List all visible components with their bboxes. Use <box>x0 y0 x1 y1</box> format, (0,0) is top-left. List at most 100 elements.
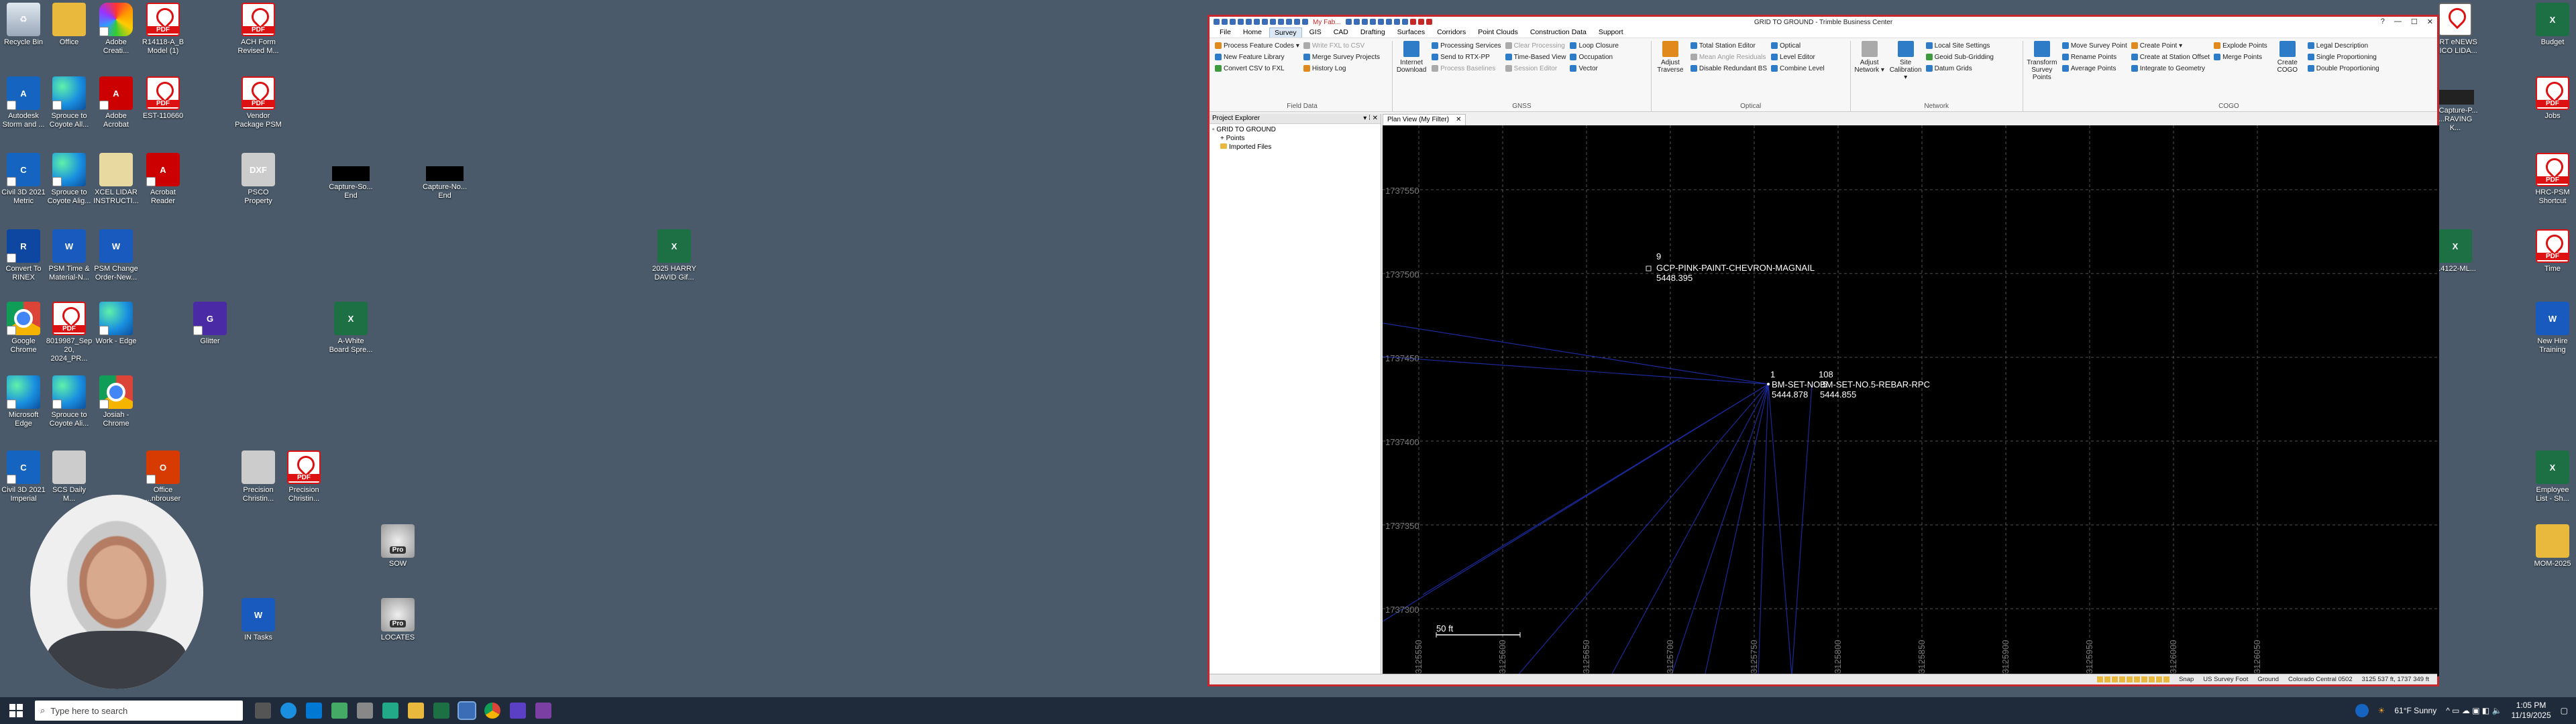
units-status[interactable]: US Survey Foot <box>2203 676 2248 683</box>
desktop-icon-new-hire[interactable]: W New Hire Training <box>2529 302 2576 355</box>
taskbar-search[interactable]: ⌕ Type here to search <box>35 701 243 721</box>
transform-survey-points-button[interactable]: Transform Survey Points <box>2026 41 2058 111</box>
desktop-icon-work-edge[interactable]: Work - Edge <box>93 302 140 346</box>
internet-download-button[interactable]: Internet Download <box>1395 41 1428 111</box>
create-cogo-button[interactable]: Create COGO <box>2271 41 2304 111</box>
tab-cad[interactable]: CAD <box>1329 27 1353 38</box>
tab-home[interactable]: Home <box>1238 27 1267 38</box>
desktop-icon-acrobat-reader[interactable]: A Acrobat Reader <box>140 153 186 206</box>
tab-plan-view[interactable]: Plan View (My Filter) ✕ <box>1383 114 1466 125</box>
notification-icon[interactable]: ▢ <box>2561 706 2568 715</box>
qat-icon[interactable] <box>1385 18 1392 25</box>
adjust-network-button[interactable]: Adjust Network ▾ <box>1854 41 1886 111</box>
snap-toggle-icon[interactable] <box>2127 676 2133 682</box>
qat-icon[interactable] <box>1369 18 1376 25</box>
qat-icon[interactable] <box>1254 18 1260 25</box>
desktop-icon-psco[interactable]: DXF PSCO Property <box>235 153 282 206</box>
merge-points-button[interactable]: Merge Points <box>2214 52 2267 62</box>
zone-status[interactable]: Colorado Central 0502 <box>2288 676 2353 683</box>
desktop-icon-psm-change[interactable]: W PSM Change Order-New... <box>93 229 140 282</box>
desktop-icon-sprouce-1[interactable]: Sprouce to Coyote All... <box>46 76 93 129</box>
desktop-icon-precision-1[interactable]: Precision Christin... <box>235 450 282 503</box>
app-taskbar-icon[interactable] <box>357 703 373 719</box>
edge-taskbar-icon[interactable] <box>280 703 297 719</box>
tab-drafting[interactable]: Drafting <box>1356 27 1390 38</box>
close-button[interactable]: ✕ <box>2427 17 2433 26</box>
desktop-icon-harry-david[interactable]: X 2025 HARRY DAVID Gif... <box>651 229 698 282</box>
desktop-icon-civil3d-imperial[interactable]: C Civil 3D 2021 Imperial <box>0 450 47 503</box>
qat-icon[interactable] <box>1278 18 1284 25</box>
qat-icon[interactable] <box>1246 18 1252 25</box>
qat-icon[interactable] <box>1409 18 1416 25</box>
qat-icon[interactable] <box>1401 18 1408 25</box>
new-feature-library-button[interactable]: New Feature Library <box>1215 52 1299 62</box>
minimize-button[interactable]: — <box>2394 17 2402 26</box>
legal-description-button[interactable]: Legal Description <box>2307 41 2379 50</box>
desktop-icon-sprouce-2[interactable]: Sprouce to Coyote Alig... <box>46 153 93 206</box>
mode-status[interactable]: Ground <box>2257 676 2279 683</box>
tree-item-imported-files[interactable]: Imported Files <box>1212 143 1378 152</box>
qat-icon[interactable] <box>1294 18 1300 25</box>
qat-icon[interactable] <box>1262 18 1268 25</box>
app-taskbar-icon[interactable] <box>382 703 398 719</box>
convert-csv-fxl-button[interactable]: Convert CSV to FXL <box>1215 64 1299 73</box>
qat-icon[interactable] <box>1426 18 1432 25</box>
tab-file[interactable]: File <box>1215 27 1236 38</box>
qat-icon[interactable] <box>1377 18 1384 25</box>
survey-point-9[interactable]: 9 GCP-PINK-PAINT-CHEVRON-MAGNAIL 5448.39… <box>1646 251 1815 283</box>
help-button[interactable]: ? <box>2381 17 2385 26</box>
snap-status[interactable]: Snap <box>2179 676 2194 683</box>
desktop-icon-civil3d-metric[interactable]: C Civil 3D 2021 Metric <box>0 153 47 206</box>
qat-favorites-label[interactable]: My Fab... <box>1310 19 1344 26</box>
excel-taskbar-icon[interactable] <box>433 703 449 719</box>
file-explorer-taskbar-icon[interactable] <box>408 703 424 719</box>
tab-gis[interactable]: GIS <box>1305 27 1326 38</box>
tab-construction-data[interactable]: Construction Data <box>1525 27 1591 38</box>
tab-surfaces[interactable]: Surfaces <box>1393 27 1430 38</box>
panel-controls[interactable]: ▾ ⁞ ✕ <box>1363 115 1378 123</box>
loop-closure-button[interactable]: Loop Closure <box>1570 41 1619 50</box>
qat-icon[interactable] <box>1230 18 1236 25</box>
average-points-button[interactable]: Average Points <box>2061 64 2127 73</box>
desktop-icon-adobe-acrobat[interactable]: A Adobe Acrobat <box>93 76 140 129</box>
desktop-icon-employee-list[interactable]: X Employee List - Sh... <box>2529 450 2576 503</box>
create-station-offset-button[interactable]: Create at Station Offset <box>2131 52 2210 62</box>
snap-toggle-icon[interactable] <box>2104 676 2111 682</box>
create-point-button[interactable]: Create Point ▾ <box>2131 41 2210 50</box>
desktop-icon-scs-daily[interactable]: SCS Daily M... <box>46 450 93 503</box>
integrate-geometry-button[interactable]: Integrate to Geometry <box>2131 64 2210 73</box>
qat-icon[interactable] <box>1393 18 1400 25</box>
qat-icon[interactable] <box>1361 18 1368 25</box>
snap-toggle-icon[interactable] <box>2134 676 2141 682</box>
maximize-button[interactable]: ☐ <box>2411 17 2418 26</box>
snap-toggle-icon[interactable] <box>2156 676 2163 682</box>
qat-icon[interactable] <box>1345 18 1352 25</box>
mean-angle-residuals-button[interactable]: Mean Angle Residuals <box>1690 52 1767 62</box>
combine-level-button[interactable]: Combine Level <box>1771 64 1825 73</box>
desktop-icon-in-tasks[interactable]: W IN Tasks <box>235 598 282 642</box>
site-calibration-button[interactable]: Site Calibration ▾ <box>1890 41 1922 111</box>
teams-taskbar-icon[interactable] <box>510 703 526 719</box>
local-site-settings-button[interactable]: Local Site Settings <box>1925 41 1994 50</box>
tray-icons[interactable]: ^ ▭ ☁ ▣ ◧ 🔈 <box>2446 706 2502 715</box>
vector-button[interactable]: Vector <box>1570 64 1618 73</box>
desktop-icon-vendor[interactable]: PDF Vendor Package PSM <box>235 76 282 129</box>
app-taskbar-icon[interactable] <box>331 703 347 719</box>
qat-icon[interactable] <box>1214 18 1220 25</box>
survey-point-108[interactable]: 108 BM-SET-NO.5-REBAR-RPC 5444.855 <box>1819 369 1930 400</box>
desktop-icon-adobe-creative[interactable]: Adobe Creati... <box>93 3 140 56</box>
desktop-icon-whiteboard[interactable]: X A-White Board Spre... <box>327 302 374 355</box>
process-feature-codes-button[interactable]: Process Feature Codes ▾ <box>1215 41 1299 50</box>
cloud-sync-icon[interactable] <box>2355 704 2369 717</box>
rename-points-button[interactable]: Rename Points <box>2061 52 2127 62</box>
desktop-icon-google-chrome[interactable]: Google Chrome <box>0 302 47 355</box>
datum-grids-button[interactable]: Datum Grids <box>1925 64 1994 73</box>
tree-item-points[interactable]: + Points <box>1212 134 1378 143</box>
send-rtx-pp-button[interactable]: Send to RTX-PP <box>1432 52 1501 62</box>
qat-icon[interactable] <box>1417 18 1424 25</box>
time-based-view-button[interactable]: Time-Based View <box>1505 52 1566 62</box>
desktop-icon-xcel-lidar[interactable]: XCEL LIDAR INSTRUCTI... <box>93 153 140 206</box>
disable-redundant-bs-button[interactable]: Disable Redundant BS <box>1690 64 1767 73</box>
write-fxl-csv-button[interactable]: Write FXL to CSV <box>1303 41 1380 50</box>
adjust-traverse-button[interactable]: Adjust Traverse <box>1654 41 1686 111</box>
